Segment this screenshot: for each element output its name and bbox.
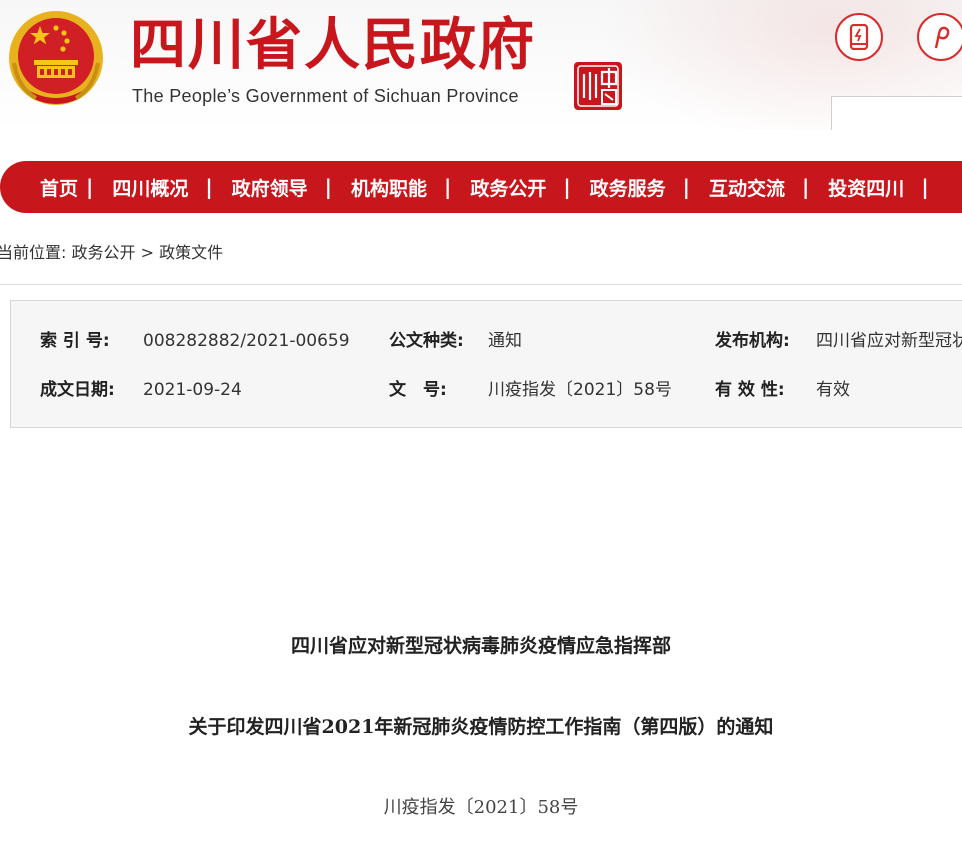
nav-separator: | [682,175,690,199]
document-title: 关于印发四川省2021年新冠肺炎疫情防控工作指南（第四版）的通知 [188,716,774,738]
nav-item-government-leaders[interactable]: 政府领导 [232,174,308,201]
nav-item-government-affairs-disclosure[interactable]: 政务公开 [470,174,546,201]
nav-item-government-services[interactable]: 政务服务 [590,174,666,201]
validity-value: 有效 [816,380,850,400]
issuing-agency-value: 四川省应对新型冠状 [816,331,962,351]
search-input[interactable] [831,96,962,130]
document-type-label: 公文种类: [389,331,464,351]
index-number-label: 索 引 号: [40,331,110,351]
nav-separator: | [444,175,452,199]
sichuan-seal-icon [574,62,622,110]
main-nav: 首页 | 四川概况 | 政府领导 | 机构职能 | 政务公开 | 政务服务 | … [0,161,962,213]
document-number-label: 文 号: [389,380,447,400]
validity-label: 有 效 性: [715,380,785,400]
site-subtitle: The People’s Government of Sichuan Provi… [132,86,519,106]
document-date-label: 成文日期: [40,380,115,400]
nav-separator: | [205,175,213,199]
nav-separator: | [801,175,810,199]
breadcrumb: 当前位置: 政务公开 > 政策文件 [0,239,223,263]
document-number-value: 川疫指发〔2021〕58号 [488,380,672,400]
breadcrumb-item-government-affairs[interactable]: 政务公开 [72,243,136,262]
share-icon [934,26,950,49]
mobile-version-button[interactable] [835,13,883,61]
document-date-value: 2021-09-24 [143,380,242,400]
breadcrumb-prefix: 当前位置: [0,243,67,262]
issuing-agency-label: 发布机构: [715,331,790,351]
divider [0,284,962,285]
nav-item-home[interactable]: 首页 [40,174,78,201]
breadcrumb-item-policy-documents[interactable]: 政策文件 [159,243,223,262]
index-number-value: 008282882/2021-00659 [143,331,350,351]
nav-item-invest-sichuan[interactable]: 投资四川 [828,174,904,201]
nav-separator: | [86,175,94,199]
nav-separator: | [563,175,571,199]
share-button[interactable] [917,13,962,61]
document-metadata-box: 索 引 号: 008282882/2021-00659 公文种类: 通知 发布机… [10,300,962,428]
issuing-organization-heading: 四川省应对新型冠状病毒肺炎疫情应急指挥部 [290,635,671,657]
site-title[interactable]: 四川省人民政府 [130,14,536,78]
national-emblem-icon[interactable] [6,8,106,110]
mobile-phone-icon [849,24,869,50]
site-header: 四川省人民政府 The People’s Government of Sichu… [0,0,962,130]
nav-separator: | [324,175,332,199]
nav-item-institution-functions[interactable]: 机构职能 [351,174,427,201]
document-number-line: 川疫指发〔2021〕58号 [383,797,579,818]
nav-separator: | [921,175,929,199]
nav-item-interaction[interactable]: 互动交流 [709,174,785,201]
document-type-value: 通知 [488,331,522,351]
nav-item-sichuan-overview[interactable]: 四川概况 [112,174,188,201]
breadcrumb-separator: > [140,243,155,262]
